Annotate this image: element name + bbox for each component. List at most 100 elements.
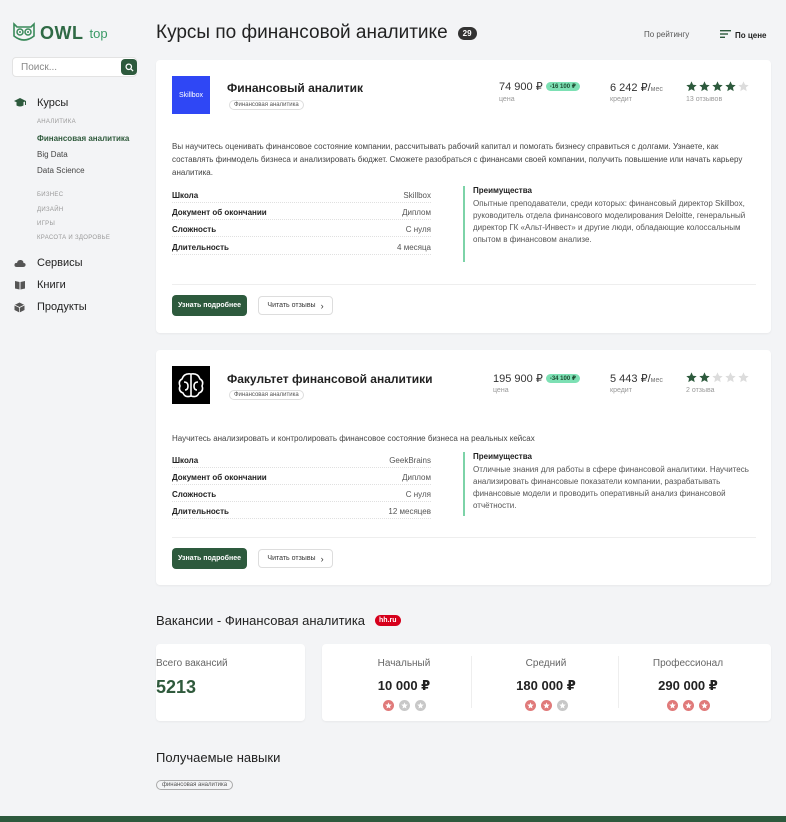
nav-services[interactable]: Сервисы <box>12 257 142 269</box>
spec-key: Сложность <box>172 225 217 234</box>
credit-unit: мес <box>650 86 663 93</box>
course-title[interactable]: Финансовый аналитик <box>227 81 363 95</box>
skill-chip[interactable]: финансовая аналитика <box>156 780 234 790</box>
nav-category-business[interactable]: БИЗНЕС <box>37 192 63 198</box>
nav-category-analytics[interactable]: АНАЛИТИКА <box>37 119 76 125</box>
course-description: Вы научитесь оценивать финансовое состоя… <box>172 142 743 177</box>
spec-value: 4 месяца <box>397 243 431 252</box>
star-icon <box>699 372 710 383</box>
spec-value: GeekBrains <box>389 456 431 465</box>
level-dot-icon <box>666 700 678 711</box>
price-label: цена <box>499 96 515 103</box>
spec-school: Школа Skillbox <box>172 191 431 203</box>
level-indicator <box>330 700 478 711</box>
credit-price: 6 242 ₽/мес <box>610 81 663 94</box>
nav-item-big-data[interactable]: Big Data <box>37 150 68 159</box>
hh-badge[interactable]: hh.ru <box>375 615 401 626</box>
learn-more-button[interactable]: Узнать подробнее <box>172 295 247 316</box>
spec-value: Диплом <box>402 208 431 217</box>
credit-label: кредит <box>610 387 632 394</box>
brand-logo[interactable]: OWL top <box>12 22 108 44</box>
spec-key: Сложность <box>172 490 217 499</box>
course-count-badge: 29 <box>457 26 477 40</box>
total-vacancies-box: Всего вакансий 5213 <box>156 644 305 721</box>
nav-category-design[interactable]: ДИЗАЙН <box>37 207 63 213</box>
nav-books-label: Книги <box>37 279 66 291</box>
spec-value: Диплом <box>402 473 431 482</box>
school-logo[interactable] <box>172 366 210 404</box>
total-vacancies-label: Всего вакансий <box>156 658 228 669</box>
read-reviews-button[interactable]: Читать отзывы › <box>258 549 333 568</box>
level-senior: Профессионал 290 000 ₽ <box>614 644 762 720</box>
level-label: Профессионал <box>652 658 724 669</box>
page-title-text: Курсы по финансовой аналитике <box>156 22 448 43</box>
reviews-count[interactable]: 2 отзыва <box>686 387 715 394</box>
spec-key: Документ об окончании <box>172 473 267 482</box>
sort-by-price[interactable]: По цене <box>720 30 767 40</box>
spec-difficulty: Сложность С нуля <box>172 225 431 237</box>
course-description: Научитесь анализировать и контролировать… <box>172 434 535 443</box>
level-dot-icon <box>414 700 426 711</box>
level-indicator <box>472 700 620 711</box>
vacancies-title: Вакансии - Финансовая аналитика hh.ru <box>156 613 401 628</box>
nav-books[interactable]: Книги <box>12 279 142 291</box>
school-logo[interactable]: Skillbox <box>172 76 210 114</box>
reviews-count[interactable]: 13 отзывов <box>686 96 722 103</box>
level-salary: 180 000 ₽ <box>516 678 576 693</box>
level-middle: Средний 180 000 ₽ <box>472 644 620 720</box>
credit-value: 5 443 ₽/ <box>610 373 651 385</box>
page-title: Курсы по финансовой аналитике 29 <box>156 22 477 44</box>
level-dot-icon <box>540 700 552 711</box>
nav-services-label: Сервисы <box>37 257 83 269</box>
box-icon <box>12 302 27 313</box>
nav-item-data-science[interactable]: Data Science <box>37 166 85 175</box>
sort-by-price-label: По цене <box>735 30 767 40</box>
level-dot-icon <box>524 700 536 711</box>
nav-item-financial-analytics[interactable]: Финансовая аналитика <box>37 134 129 143</box>
price-label: цена <box>493 387 509 394</box>
course-title[interactable]: Факультет финансовой аналитики <box>227 372 433 386</box>
level-label: Начальный <box>377 658 431 669</box>
owl-icon <box>12 22 36 44</box>
star-icon <box>738 81 749 92</box>
spec-document: Документ об окончании Диплом <box>172 208 431 220</box>
search-input[interactable] <box>13 61 113 73</box>
course-price: 74 900 ₽ -16 100 ₽ <box>499 80 580 93</box>
spec-duration: Длительность 12 месяцев <box>172 507 431 519</box>
course-tag[interactable]: Финансовая аналитика <box>229 390 304 400</box>
course-tag[interactable]: Финансовая аналитика <box>229 100 304 110</box>
star-icon <box>712 81 723 92</box>
learn-more-button[interactable]: Узнать подробнее <box>172 548 247 569</box>
nav-category-games[interactable]: ИГРЫ <box>37 221 55 227</box>
skills-title-text: Получаемые навыки <box>156 750 281 765</box>
brand-name: OWL <box>40 22 84 43</box>
geekbrains-brain-icon <box>178 373 204 398</box>
brand-sub: top <box>89 25 108 41</box>
nav-products[interactable]: Продукты <box>12 301 142 313</box>
sort-by-rating-label: По рейтингу <box>644 30 690 39</box>
spec-value: С нуля <box>405 490 431 499</box>
level-dot-icon <box>698 700 710 711</box>
search-button[interactable] <box>121 59 137 75</box>
spec-key: Длительность <box>172 507 229 516</box>
school-logo-text: Skillbox <box>178 91 204 99</box>
discount-badge: -34 100 ₽ <box>545 374 581 383</box>
search-icon <box>124 62 134 72</box>
level-dot-icon <box>682 700 694 711</box>
sort-by-rating[interactable]: По рейтингу <box>644 30 689 39</box>
spec-key: Школа <box>172 456 199 465</box>
skills-title: Получаемые навыки <box>156 750 280 765</box>
advantages-text: Опытные преподаватели, среди которых: фи… <box>473 199 746 244</box>
nav-courses[interactable]: Курсы <box>12 97 142 109</box>
sidebar: OWL top Курсы АНАЛИТИКА Финансовая анали… <box>0 0 150 822</box>
read-reviews-label: Читать отзывы <box>267 555 316 562</box>
star-icon <box>725 81 736 92</box>
spec-school: Школа GeekBrains <box>172 456 431 468</box>
nav-category-beauty[interactable]: КРАСОТА И ЗДОРОВЬЕ <box>37 235 110 241</box>
chevron-right-icon: › <box>320 300 324 311</box>
discount-badge: -16 100 ₽ <box>545 82 580 91</box>
read-reviews-button[interactable]: Читать отзывы › <box>258 296 333 315</box>
book-icon <box>12 280 27 290</box>
spec-value: С нуля <box>405 225 431 234</box>
spec-key: Длительность <box>172 243 229 252</box>
